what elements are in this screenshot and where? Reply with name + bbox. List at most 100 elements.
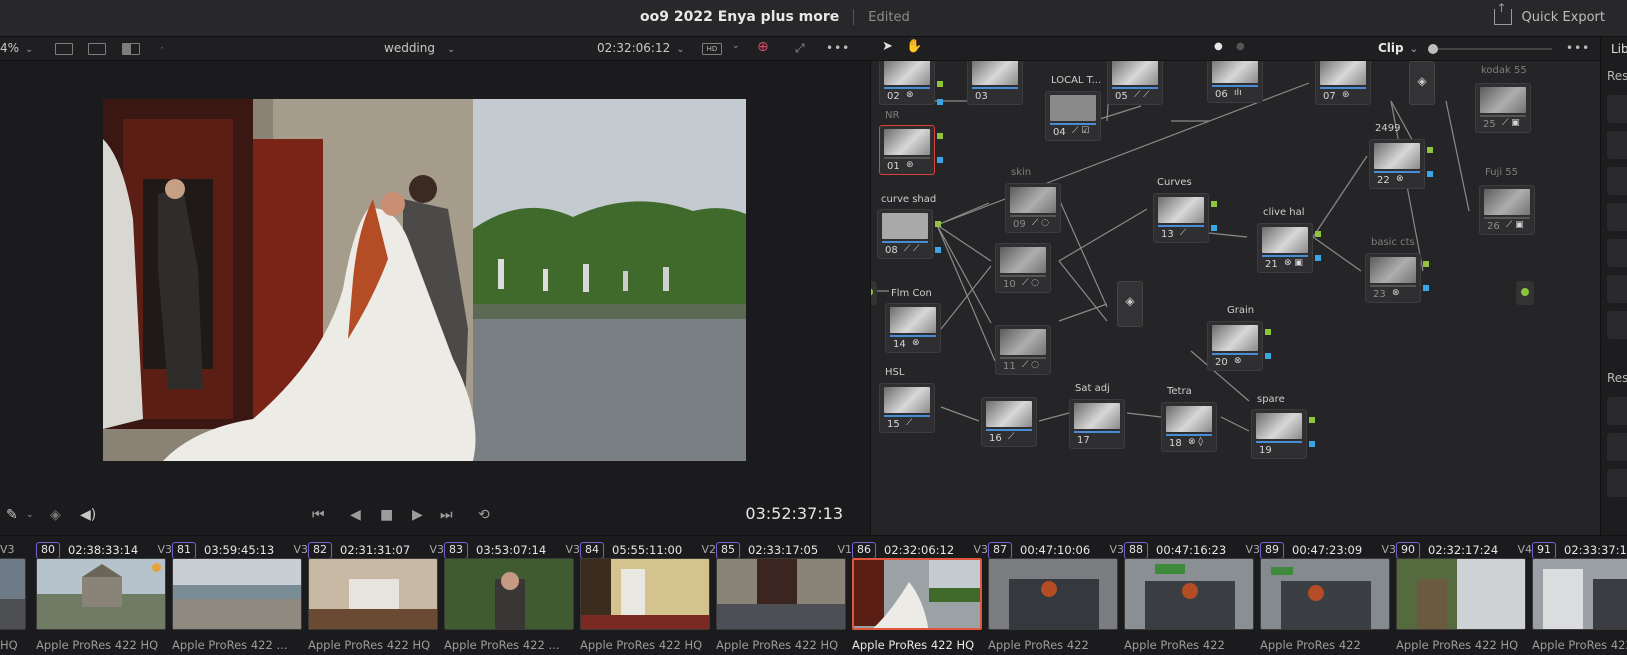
- node-20[interactable]: 20 ⊗: [1207, 321, 1263, 371]
- library-item[interactable]: [1607, 469, 1627, 497]
- quick-export-button[interactable]: Quick Export: [1493, 1, 1605, 25]
- node-14[interactable]: 14 ⊗: [885, 303, 941, 353]
- node-07[interactable]: 07 ⊛: [1315, 61, 1371, 105]
- page-dot-icon[interactable]: ●: [1236, 41, 1245, 52]
- clip-partial[interactable]: V3 HQ: [0, 536, 30, 655]
- node-output-port[interactable]: [1423, 261, 1429, 267]
- more-options-icon[interactable]: •••: [826, 41, 850, 55]
- clip-80[interactable]: 80 02:38:33:14 V3 Apple ProRes 422 HQ: [36, 536, 172, 655]
- node-23[interactable]: 23 ⊗: [1365, 253, 1421, 303]
- clip-89[interactable]: 89 00:47:23:09 V3 Apple ProRes 422: [1260, 536, 1396, 655]
- node-output-port[interactable]: [1315, 231, 1321, 237]
- node-key-output-port[interactable]: [1265, 353, 1271, 359]
- color-picker-icon[interactable]: ⊕: [757, 39, 769, 55]
- clip-85[interactable]: 85 02:33:17:05 V1 Apple ProRes 422 HQ: [716, 536, 852, 655]
- node-06[interactable]: 06 ıIı: [1207, 61, 1263, 103]
- clip-91[interactable]: 91 02:33:37:12 Apple ProRes 422: [1532, 536, 1627, 655]
- clip-90[interactable]: 90 02:32:17:24 V4 Apple ProRes 422 HQ: [1396, 536, 1532, 655]
- node-03[interactable]: 03: [967, 61, 1023, 105]
- volume-icon[interactable]: ◀): [80, 507, 96, 523]
- node-10[interactable]: 10 ⟋ ◌: [995, 243, 1051, 293]
- node-key-output-port[interactable]: [1423, 285, 1429, 291]
- node-key-output-port[interactable]: [1211, 225, 1217, 231]
- node-output-port[interactable]: [935, 221, 941, 227]
- more-options-icon[interactable]: •••: [1566, 41, 1590, 55]
- node-16[interactable]: 16 ⟋: [981, 397, 1037, 447]
- node-key-output-port[interactable]: [937, 99, 943, 105]
- node-26[interactable]: 26 ⟋ ▣: [1479, 185, 1535, 235]
- output-point[interactable]: [1521, 288, 1529, 296]
- library-item[interactable]: [1607, 239, 1627, 267]
- node-04[interactable]: 04 ⟋ ☑: [1045, 91, 1101, 141]
- node-key-output-port[interactable]: [1315, 255, 1321, 261]
- clip-84[interactable]: 84 05:55:11:00 V2 Apple ProRes 422 HQ: [580, 536, 716, 655]
- node-mode-dropdown[interactable]: Clip ⌄: [1378, 41, 1418, 55]
- layer-mixer-node[interactable]: ◈: [1117, 281, 1143, 327]
- node-02[interactable]: 02 ⊗: [879, 61, 935, 105]
- node-15[interactable]: 15 ⟋: [879, 383, 935, 433]
- node-21[interactable]: 21 ⊗ ▣: [1257, 223, 1313, 273]
- node-output-port[interactable]: [937, 133, 943, 139]
- clip-82[interactable]: 82 02:31:31:07 V3 Apple ProRes 422 HQ: [308, 536, 444, 655]
- node-11[interactable]: 11 ⟋ ◌: [995, 325, 1051, 375]
- node-output-port[interactable]: [1211, 201, 1217, 207]
- library-item[interactable]: [1607, 167, 1627, 195]
- node-editor[interactable]: 02 ⊗ 03 LOCAL T... 04 ⟋ ☑ 05 ⟋ ⟋ 06 ıIı …: [870, 61, 1600, 535]
- library-item[interactable]: [1607, 433, 1627, 461]
- clip-88[interactable]: 88 00:47:16:23 V3 Apple ProRes 422: [1124, 536, 1260, 655]
- layer-mixer-node[interactable]: ◈: [1409, 61, 1435, 105]
- stop-icon[interactable]: ■: [380, 507, 393, 523]
- pointer-tool-icon[interactable]: ➤: [882, 39, 893, 54]
- library-item[interactable]: [1607, 203, 1627, 231]
- node-key-output-port[interactable]: [937, 157, 943, 163]
- node-17[interactable]: 17: [1069, 399, 1125, 449]
- library-item[interactable]: [1607, 397, 1627, 425]
- fullscreen-icon[interactable]: ⤢: [795, 41, 805, 56]
- clip-83[interactable]: 83 03:53:07:14 V3 Apple ProRes 422 ...: [444, 536, 580, 655]
- jump-end-icon[interactable]: ⏭: [440, 507, 453, 523]
- node-09[interactable]: 09 ⟋ ◌: [1005, 183, 1061, 233]
- node-output-port[interactable]: [1309, 417, 1315, 423]
- compare-viewer-icon[interactable]: [122, 43, 140, 55]
- node-25[interactable]: 25 ⟋ ▣: [1475, 83, 1531, 133]
- split-viewer-icon[interactable]: [88, 43, 106, 55]
- layers-icon[interactable]: ◈: [50, 507, 61, 523]
- library-tab[interactable]: Lib: [1611, 42, 1627, 56]
- library-item[interactable]: [1607, 95, 1627, 123]
- clip-86-selected[interactable]: 86 02:32:06:12 V3 Apple ProRes 422 HQ: [852, 536, 988, 655]
- zoom-slider-handle[interactable]: [1428, 44, 1438, 54]
- node-08[interactable]: 08 ⟋ ⟋: [877, 209, 933, 259]
- node-key-output-port[interactable]: [935, 247, 941, 253]
- node-05[interactable]: 05 ⟋ ⟋: [1107, 61, 1163, 105]
- chevron-down-icon[interactable]: ⌄: [26, 510, 34, 520]
- timecode-dropdown[interactable]: 02:32:06:12 ⌄: [597, 41, 685, 55]
- chevron-down-icon[interactable]: ⌄: [732, 41, 740, 51]
- clip-81[interactable]: 81 03:59:45:13 V3 Apple ProRes 422 ...: [172, 536, 308, 655]
- library-item[interactable]: [1607, 275, 1627, 303]
- library-item[interactable]: [1607, 131, 1627, 159]
- timeline-dropdown[interactable]: wedding ⌄: [384, 41, 455, 55]
- viewer-frame[interactable]: [103, 99, 746, 461]
- hand-tool-icon[interactable]: ✋: [906, 39, 922, 54]
- eyedropper-icon[interactable]: ✎: [6, 507, 18, 523]
- node-19[interactable]: 19: [1251, 409, 1307, 459]
- zoom-dropdown[interactable]: 4% ⌄: [0, 41, 33, 55]
- node-22[interactable]: 22 ⊗: [1369, 139, 1425, 189]
- node-13[interactable]: 13 ⟋: [1153, 193, 1209, 243]
- node-output-port[interactable]: [1427, 147, 1433, 153]
- play-icon[interactable]: ▶: [412, 507, 423, 523]
- node-key-output-port[interactable]: [1427, 171, 1433, 177]
- zoom-slider-track[interactable]: [1432, 48, 1552, 50]
- node-output-port[interactable]: [937, 81, 943, 87]
- jump-start-icon[interactable]: ⏮: [312, 507, 325, 523]
- play-reverse-icon[interactable]: ◀: [350, 507, 361, 523]
- hdr-icon[interactable]: HD: [702, 43, 722, 55]
- loop-icon[interactable]: ⟲: [478, 507, 490, 523]
- single-viewer-icon[interactable]: [55, 43, 73, 55]
- node-output-port[interactable]: [1265, 329, 1271, 335]
- node-01[interactable]: 01 ⊛: [879, 125, 935, 175]
- node-key-output-port[interactable]: [1309, 441, 1315, 447]
- page-dot-active-icon[interactable]: ●: [1214, 41, 1223, 52]
- library-item[interactable]: [1607, 311, 1627, 339]
- node-18[interactable]: 18 ⊗ ◊: [1161, 402, 1217, 452]
